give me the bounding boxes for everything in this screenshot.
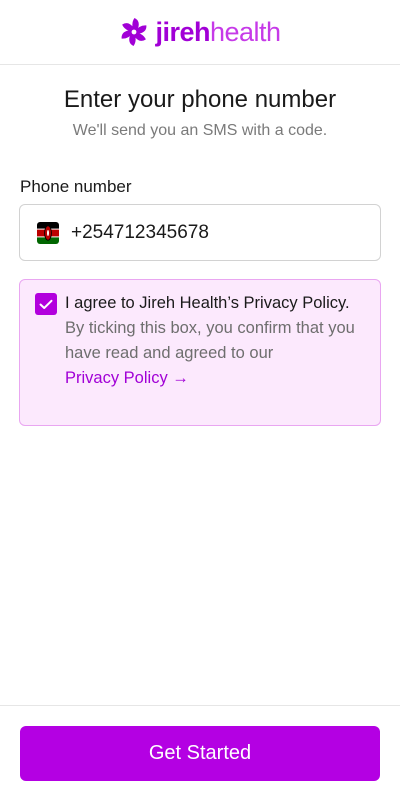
privacy-consent-box: I agree to Jireh Health’s Privacy Policy… <box>19 279 381 426</box>
get-started-button[interactable]: Get Started <box>20 726 380 781</box>
jireh-pinwheel-logo-icon <box>122 18 147 46</box>
kenya-flag-icon[interactable] <box>37 221 59 244</box>
page-title: Enter your phone number <box>63 86 337 113</box>
consent-title: I agree to Jireh Health’s Privacy Policy… <box>65 294 350 312</box>
phone-entry-screen: jirehhealth Enter your phone number We'l… <box>0 0 400 800</box>
logo-wordmark-bold: jireh <box>155 16 210 47</box>
checkmark-icon <box>39 299 53 309</box>
phone-number-label: Phone number <box>20 177 132 196</box>
privacy-policy-link[interactable]: Privacy Policy → <box>65 366 189 391</box>
footer-bar: Get Started <box>0 705 400 800</box>
logo-wordmark-light: health <box>209 16 281 47</box>
app-header: jirehhealth <box>0 0 400 65</box>
phone-number-field[interactable] <box>19 204 381 261</box>
consent-body-text: By ticking this box, you confirm that yo… <box>65 319 355 362</box>
logo-wordmark: jirehhealth <box>155 16 281 47</box>
consent-description: By ticking this box, you confirm that yo… <box>65 316 365 366</box>
privacy-consent-checkbox[interactable] <box>35 293 57 315</box>
phone-number-input[interactable] <box>71 221 361 244</box>
jireh-health-logo: jirehhealth <box>119 16 281 47</box>
page-subtitle: We'll send you an SMS with a code. <box>72 122 328 139</box>
privacy-consent-text: I agree to Jireh Health’s Privacy Policy… <box>65 291 365 391</box>
